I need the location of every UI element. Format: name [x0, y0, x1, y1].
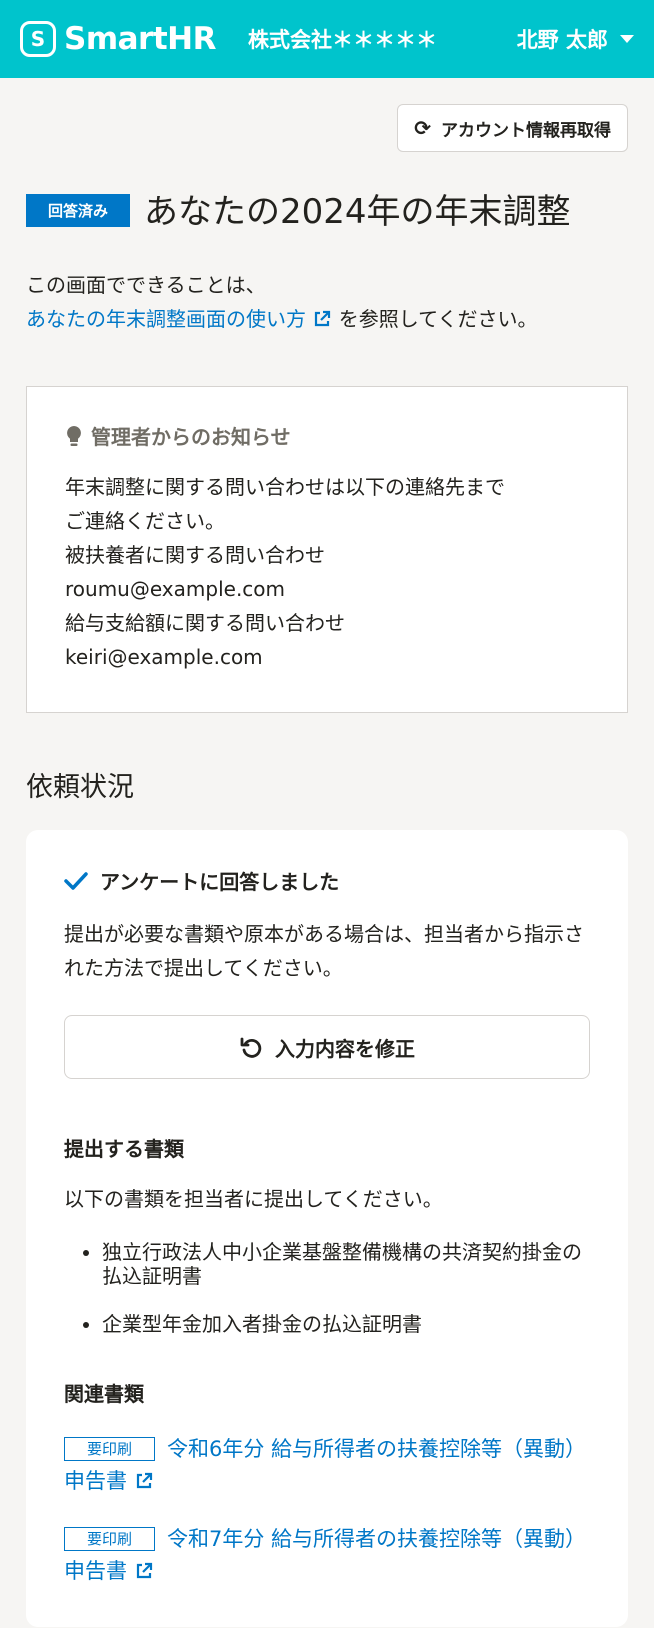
notice-body: 年末調整に関する問い合わせは以下の連絡先まで ご連絡ください。 被扶養者に関する… — [65, 470, 589, 674]
intro-line1: この画面でできることは、 — [26, 273, 266, 297]
app-header: S SmartHR 株式会社＊＊＊＊＊ 北野 太郎 — [0, 0, 654, 78]
external-link-icon — [315, 310, 331, 327]
submit-docs-description: 以下の書類を担当者に提出してください。 — [64, 1187, 443, 1211]
related-doc-item: 要印刷 令和6年分 給与所得者の扶養控除等（異動）申告書 — [64, 1433, 590, 1497]
company-name[interactable]: 株式会社＊＊＊＊＊ — [248, 24, 437, 54]
main-content: ⟳ アカウント情報再取得 回答済み あなたの2024年の年末調整 この画面ででき… — [0, 78, 654, 1627]
list-item: 企業型年金加入者掛金の払込証明書 — [102, 1312, 590, 1336]
print-required-badge: 要印刷 — [64, 1527, 156, 1551]
submit-docs-list: 独立行政法人中小企業基盤整備機構の共済契約掛金の払込証明書 企業型年金加入者掛金… — [64, 1240, 590, 1336]
chevron-down-icon — [620, 35, 634, 43]
external-link-icon — [136, 1562, 152, 1579]
request-status-card: アンケートに回答しました 提出が必要な書類や原本がある場合は、担当者から指示され… — [26, 830, 628, 1627]
usage-guide-link-text: あなたの年末調整画面の使い方 — [26, 307, 306, 331]
answered-status: アンケートに回答しました — [64, 866, 590, 895]
notice-line: 被扶養者に関する問い合わせ — [65, 543, 325, 567]
related-docs-title: 関連書類 — [64, 1382, 144, 1406]
user-menu[interactable]: 北野 太郎 — [517, 24, 634, 54]
intro-text: この画面でできることは、 あなたの年末調整画面の使い方 を参照してください。 — [26, 268, 628, 336]
refresh-icon: ⟳ — [414, 116, 431, 140]
related-doc-item: 要印刷 令和7年分 給与所得者の扶養控除等（異動）申告書 — [64, 1523, 590, 1587]
toolbar: ⟳ アカウント情報再取得 — [26, 78, 628, 152]
logo-text: SmartHR — [64, 21, 216, 57]
user-name: 北野 太郎 — [516, 28, 608, 52]
edit-button-label: 入力内容を修正 — [275, 1036, 415, 1061]
notice-heading-text: 管理者からのお知らせ — [91, 425, 291, 449]
logo-mark-icon: S — [20, 21, 56, 57]
notice-line: keiri@example.com — [65, 645, 263, 669]
notice-line: roumu@example.com — [65, 577, 286, 601]
notice-line: 給与支給額に関する問い合わせ — [65, 611, 345, 635]
admin-notice: 管理者からのお知らせ 年末調整に関する問い合わせは以下の連絡先まで ご連絡くださ… — [26, 386, 628, 713]
status-description: 提出が必要な書類や原本がある場合は、担当者から指示された方法で提出してください。 — [64, 922, 584, 980]
answered-label: アンケートに回答しました — [100, 870, 340, 894]
status-badge: 回答済み — [26, 194, 131, 227]
check-icon — [64, 871, 88, 890]
request-status-title: 依頼状況 — [26, 772, 134, 803]
refresh-account-button[interactable]: ⟳ アカウント情報再取得 — [397, 104, 628, 152]
smarthr-logo[interactable]: S SmartHR — [20, 21, 216, 57]
notice-heading: 管理者からのお知らせ — [65, 421, 589, 450]
list-item: 独立行政法人中小企業基盤整備機構の共済契約掛金の払込証明書 — [102, 1240, 590, 1288]
notice-line: 年末調整に関する問い合わせは以下の連絡先まで — [65, 475, 505, 499]
refresh-button-label: アカウント情報再取得 — [441, 120, 611, 141]
external-link-icon — [136, 1472, 152, 1489]
undo-icon — [240, 1037, 262, 1058]
intro-line2-suffix: を参照してください。 — [338, 307, 538, 331]
submit-docs-title: 提出する書類 — [64, 1137, 184, 1161]
lightbulb-icon — [67, 425, 81, 446]
usage-guide-link[interactable]: あなたの年末調整画面の使い方 — [26, 307, 332, 331]
notice-line: ご連絡ください。 — [65, 509, 225, 533]
page-title: あなたの2024年の年末調整 — [144, 192, 571, 232]
title-row: 回答済み あなたの2024年の年末調整 — [26, 188, 628, 236]
print-required-badge: 要印刷 — [64, 1437, 156, 1461]
edit-input-button[interactable]: 入力内容を修正 — [64, 1015, 590, 1079]
